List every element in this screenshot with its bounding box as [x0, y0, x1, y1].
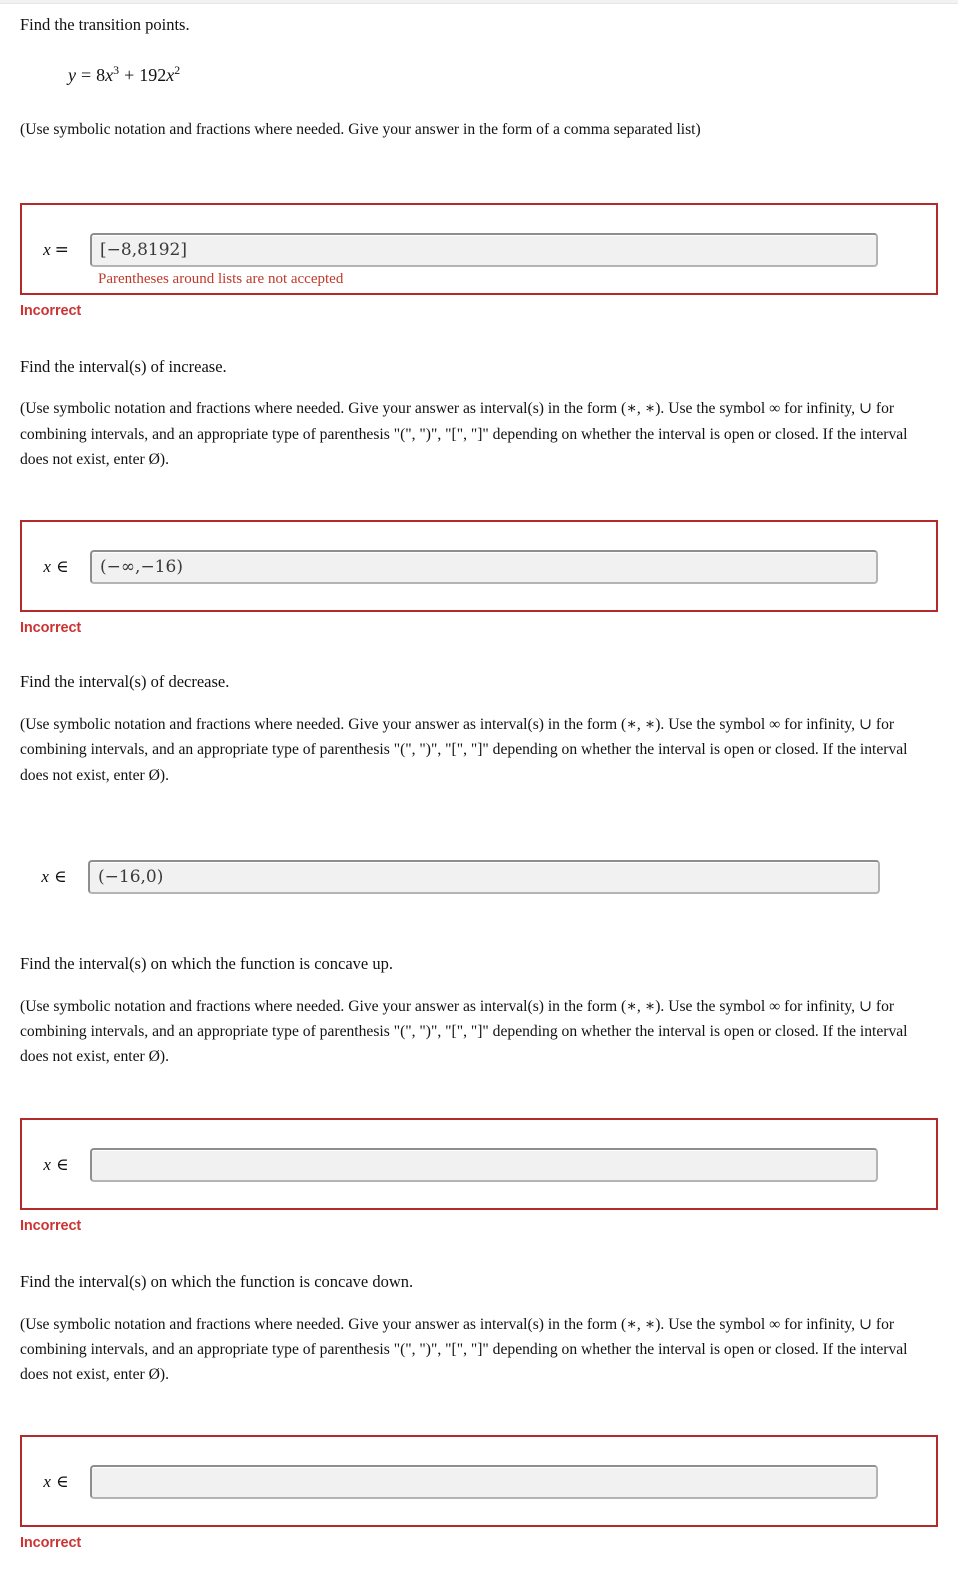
- answer-row: x ∈: [22, 1120, 936, 1208]
- answer-variable-label: x =: [22, 240, 90, 260]
- answer-field-wrapper: [90, 1465, 936, 1500]
- answer-box: x ∈ (−∞,−16): [20, 520, 938, 613]
- question-prompt: Find the interval(s) of decrease.: [20, 672, 230, 692]
- question-prompt: Find the transition points.: [20, 15, 190, 34]
- relation-symbol: ∈: [55, 557, 69, 578]
- equation-term1-coef: 8: [96, 64, 106, 85]
- top-edge-strip: [0, 0, 958, 4]
- answer-input-concave-down[interactable]: [90, 1465, 878, 1500]
- question-instructions: (Use symbolic notation and fractions whe…: [20, 716, 908, 784]
- variable-name: x: [43, 1472, 51, 1492]
- answer-variable-label: x ∈: [22, 1155, 90, 1175]
- relation-symbol: ∈: [55, 1154, 69, 1175]
- question-interval-decrease: Find the interval(s) of decrease. (Use s…: [0, 636, 958, 894]
- relation-symbol: ∈: [55, 1472, 69, 1493]
- answer-input-interval-decrease[interactable]: (−16,0): [88, 859, 880, 894]
- answer-field-wrapper: (−16,0): [88, 859, 938, 894]
- answer-field-wrapper: [−8,8192] Parentheses around lists are n…: [90, 232, 936, 287]
- question-interval-increase: Find the interval(s) of increase. (Use s…: [0, 319, 958, 637]
- assignment-page: Find the transition points. y = 8x3 +192x2 …: [0, 5, 958, 1551]
- answer-box: x ∈ (−16,0): [20, 859, 938, 894]
- verdict-label: Incorrect: [20, 1217, 82, 1234]
- question-instructions: (Use symbolic notation and fractions whe…: [20, 400, 908, 468]
- answer-input-concave-up[interactable]: [90, 1147, 878, 1182]
- answer-input-interval-increase[interactable]: (−∞,−16): [90, 550, 878, 585]
- answer-input-transition-points[interactable]: [−8,8192]: [90, 232, 878, 267]
- answer-row: x ∈: [22, 1437, 936, 1525]
- question-instructions: (Use symbolic notation and fractions whe…: [20, 1315, 908, 1384]
- equation-term1-var: x: [105, 64, 114, 85]
- answer-variable-label: x ∈: [22, 1472, 90, 1492]
- answer-row: x ∈ (−∞,−16): [22, 522, 936, 610]
- equation-relation: =: [81, 64, 92, 85]
- question-concave-up: Find the interval(s) on which the functi…: [0, 894, 958, 1234]
- question-prompt: Find the interval(s) of increase.: [20, 356, 227, 376]
- answer-box: x ∈: [20, 1435, 938, 1528]
- answer-variable-label: x ∈: [22, 557, 90, 577]
- answer-field-wrapper: [90, 1147, 936, 1182]
- answer-variable-label: x ∈: [20, 867, 88, 887]
- verdict-label: Incorrect: [20, 1535, 82, 1552]
- field-error-message: Parentheses around lists are not accepte…: [98, 270, 344, 287]
- question-prompt: Find the interval(s) on which the functi…: [20, 1271, 414, 1291]
- question-instructions: (Use symbolic notation and fractions whe…: [20, 121, 701, 139]
- answer-box: x = [−8,8192] Parentheses around lists ar…: [20, 202, 938, 295]
- relation-symbol: =: [54, 239, 69, 260]
- answer-box: x ∈: [20, 1117, 938, 1210]
- verdict-label: Incorrect: [20, 620, 82, 637]
- question-concave-down: Find the interval(s) on which the functi…: [0, 1234, 958, 1552]
- relation-symbol: ∈: [53, 866, 67, 887]
- variable-name: x: [41, 866, 49, 886]
- answer-row: x ∈ (−16,0): [20, 859, 938, 894]
- variable-name: x: [43, 239, 51, 259]
- question-transition-points: Find the transition points. y = 8x3 +192x2 …: [0, 5, 958, 319]
- variable-name: x: [43, 557, 51, 577]
- equation-term2-coef: 192: [139, 64, 167, 85]
- variable-name: x: [43, 1154, 51, 1174]
- equation-display: y = 8x3 +192x2: [0, 63, 958, 87]
- answer-field-wrapper: (−∞,−16): [90, 550, 936, 585]
- equation-lhs: y: [68, 64, 76, 85]
- equation-term2-exponent: 2: [174, 62, 181, 77]
- question-instructions: (Use symbolic notation and fractions whe…: [20, 997, 908, 1066]
- verdict-label: Incorrect: [20, 302, 82, 319]
- answer-row: x = [−8,8192] Parentheses around lists ar…: [22, 205, 936, 293]
- question-prompt: Find the interval(s) on which the functi…: [20, 953, 393, 973]
- equation-operator-plus: +: [124, 64, 135, 85]
